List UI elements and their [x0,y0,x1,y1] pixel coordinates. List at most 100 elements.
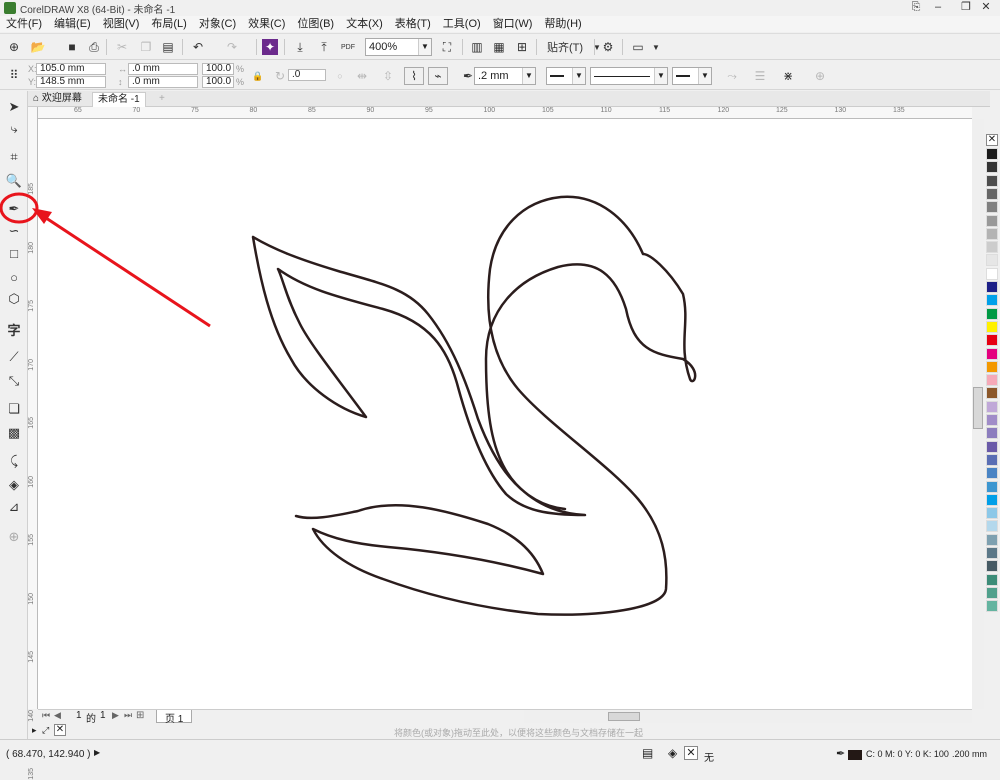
menu-object[interactable]: 对象(C) [193,16,242,32]
palette-swatch[interactable] [986,201,998,214]
no-color-swatch-icon[interactable]: ✕ [986,134,998,146]
transparency-tool-icon[interactable]: ▩ [4,423,24,443]
menu-view[interactable]: 视图(V) [97,16,146,32]
horizontal-scroll-thumb[interactable] [608,712,640,721]
bounding-box-icon[interactable]: ⋇ [778,67,798,85]
eyedropper-tool-icon[interactable]: ⤹ [4,451,24,471]
palette-swatch[interactable] [986,387,998,400]
close-button[interactable]: ✕ [972,0,1000,16]
palette-swatch[interactable] [986,281,998,293]
shape-tool-icon[interactable]: ⤷ [4,119,24,139]
palette-swatch[interactable] [986,360,998,373]
palette-swatch[interactable] [986,267,998,280]
rotation-angle-field[interactable]: .0 [288,69,326,81]
zoom-level-combo[interactable]: 400% ▼ [365,38,432,56]
show-guidelines-icon[interactable]: ⊞ [512,38,532,56]
object-height-field[interactable]: .0 mm [128,76,198,88]
chevron-down-icon[interactable]: ▼ [522,68,535,84]
menu-text[interactable]: 文本(X) [340,16,389,32]
scale-height-field[interactable]: 100.0 [202,76,234,88]
palette-swatch[interactable] [986,334,998,347]
minimize-button[interactable]: – [924,0,952,16]
menu-bitmaps[interactable]: 位图(B) [291,16,340,32]
chevron-down-icon[interactable]: ▼ [572,68,585,84]
application-launcher-icon[interactable]: ▭ [628,38,648,56]
crop-tool-icon[interactable]: ⌗ [4,147,24,167]
menu-file[interactable]: 文件(F) [0,16,48,32]
palette-swatch[interactable] [986,480,998,493]
tab-document[interactable]: 未命名 -1 [92,92,146,107]
end-arrowhead-combo[interactable]: ▼ [672,67,712,85]
outline-color-swatch[interactable] [848,750,862,760]
palette-swatch[interactable] [986,600,998,613]
palette-swatch[interactable] [986,174,998,187]
auto-close-curve-icon[interactable]: ⌁ [428,67,448,85]
close-curve-icon[interactable]: ⤳ [722,67,742,85]
palette-swatch[interactable] [986,374,998,387]
palette-swatch[interactable] [986,440,998,453]
palette-swatch[interactable] [986,427,998,440]
line-style-combo[interactable]: ▼ [590,67,668,85]
save-icon[interactable]: ■ [62,38,82,56]
snap-to-menu[interactable]: 贴齐(T) [542,38,588,56]
add-icon[interactable]: ⊕ [810,67,830,85]
palette-swatch[interactable] [986,214,998,227]
eyedropper-icon[interactable]: ⤢ [42,725,49,736]
chevron-down-icon[interactable]: ▼ [654,68,667,84]
bezier-mode-icon[interactable]: ⌇ [404,67,424,85]
mirror-vertical-icon[interactable]: ⇳ [378,67,398,85]
chevron-down-icon[interactable]: ▼ [418,39,431,55]
import-icon[interactable]: ⤓ [290,38,310,56]
palette-swatch[interactable] [986,453,998,466]
lock-ratio-icon[interactable]: 🔒 [248,67,268,85]
interactive-fill-tool-icon[interactable]: ◈ [4,475,24,495]
cut-icon[interactable]: ✂ [112,38,132,56]
pick-tool-icon[interactable]: ➤ [4,97,24,117]
outline-width-combo[interactable]: .2 mm ▼ [474,67,536,85]
palette-swatch[interactable] [986,227,998,240]
palette-swatch[interactable] [986,547,998,559]
palette-swatch[interactable] [986,414,998,426]
page-first-icon[interactable]: ⏮ [42,710,50,721]
palette-swatch[interactable] [986,573,998,586]
palette-swatch[interactable] [986,320,998,333]
palette-swatch[interactable] [986,347,998,360]
undo-icon[interactable]: ↶ [188,38,208,56]
page-prev-icon[interactable]: ◀ [54,710,61,721]
menu-window[interactable]: 窗口(W) [487,16,539,32]
menu-help[interactable]: 帮助(H) [538,16,587,32]
object-width-field[interactable]: .0 mm [128,63,198,75]
vertical-scroll-thumb[interactable] [973,387,983,429]
palette-swatch[interactable] [986,507,998,520]
page-last-icon[interactable]: ⏭ [124,710,132,721]
play-icon[interactable]: ▶ [94,748,100,757]
no-fill-swatch-icon[interactable]: ✕ [684,746,698,760]
text-wrap-icon[interactable]: ☰ [750,67,770,85]
menu-tools[interactable]: 工具(O) [437,16,487,32]
palette-swatch[interactable] [986,187,998,200]
chevron-down-icon[interactable]: ▼ [698,68,711,84]
export-icon[interactable]: ⤒ [314,38,334,56]
palette-swatch[interactable] [986,586,998,599]
palette-swatch[interactable] [986,294,998,307]
options-gear-icon[interactable]: ⚙ [598,38,618,56]
add-page-icon[interactable]: ⊞ [136,710,144,721]
menu-effects[interactable]: 效果(C) [242,16,291,32]
connector-tool-icon[interactable]: ⤡ [4,371,24,391]
open-folder-icon[interactable]: 📂 [28,38,48,56]
new-document-icon[interactable]: ⊕ [4,38,24,56]
chevron-down-icon[interactable]: ▼ [646,38,666,56]
palette-swatch[interactable] [986,520,998,533]
parallel-dimension-tool-icon[interactable]: ⟋ [4,347,24,367]
palette-swatch[interactable] [986,241,998,254]
position-y-field[interactable]: 148.5 mm [36,76,106,88]
page-next-icon[interactable]: ▶ [112,710,119,721]
full-screen-icon[interactable]: ⛶ [437,38,457,56]
menu-edit[interactable]: 编辑(E) [48,16,97,32]
new-tab-icon[interactable]: + [154,92,170,107]
add-tool-icon[interactable]: ⊕ [4,527,24,547]
show-grid-icon[interactable]: ▦ [489,38,509,56]
palette-swatch[interactable] [986,254,998,267]
start-arrowhead-combo[interactable]: ▼ [546,67,586,85]
vertical-scrollbar[interactable] [972,119,984,709]
